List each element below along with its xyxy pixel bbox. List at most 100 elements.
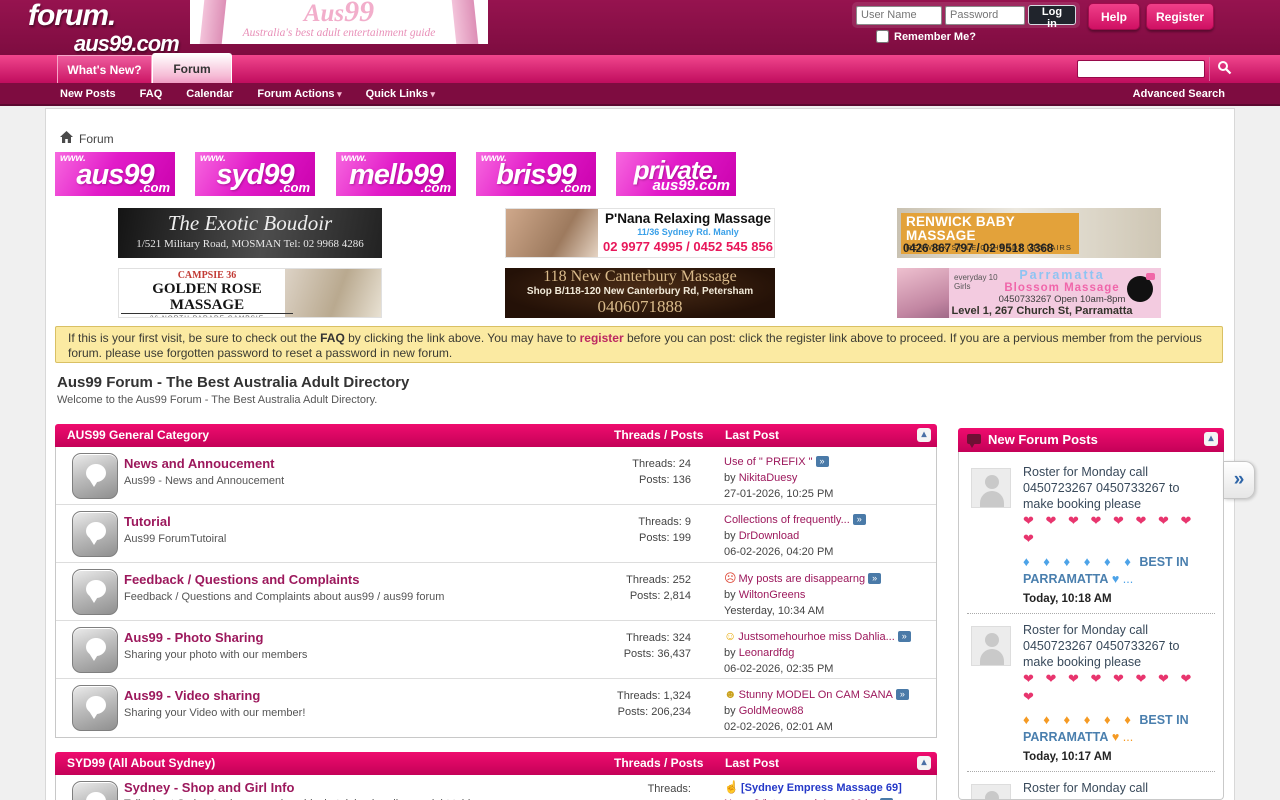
last-post-cell: Use of " PREFIX " by NikitaDuesy 27-01-2… xyxy=(724,454,934,502)
login-form: Log in xyxy=(852,2,1080,28)
collapse-sidebar-button[interactable] xyxy=(1204,432,1218,446)
collapse-category-button[interactable] xyxy=(917,756,931,770)
search-box xyxy=(1077,59,1205,78)
forum-stats: Threads: 61,276 xyxy=(506,781,691,800)
first-visit-notice: If this is your first visit, be sure to … xyxy=(55,326,1223,363)
forum-link[interactable]: Aus99 - Photo Sharing xyxy=(124,630,263,645)
register-button[interactable]: Register xyxy=(1146,3,1214,30)
forum-stats: Threads: 1,324 Posts: 206,234 xyxy=(506,688,691,720)
curtain-decoration xyxy=(200,0,227,44)
avatar[interactable] xyxy=(971,626,1011,666)
sidebar-header: New Forum Posts xyxy=(958,428,1224,452)
hearts-emoji-row: ❤ ❤ ❤ ❤ ❤ ❤ ❤ ❤ ❤ xyxy=(1023,512,1213,548)
avatar[interactable] xyxy=(971,784,1011,800)
avatar[interactable] xyxy=(971,468,1011,508)
forum-description: Sharing your photo with our members xyxy=(124,649,307,661)
last-post-link[interactable]: Stunny MODEL On CAM SANA xyxy=(739,689,893,701)
forum-row-photo-sharing: Aus99 - Photo Sharing Sharing your photo… xyxy=(56,621,936,679)
advanced-search-link[interactable]: Advanced Search xyxy=(1133,88,1225,100)
remember-me-checkbox[interactable] xyxy=(876,30,889,43)
post-link[interactable]: Roster for Monday call 0450723267 045073… xyxy=(1023,464,1213,512)
forum-stats: Threads: 9 Posts: 199 xyxy=(506,514,691,546)
goto-last-post-icon[interactable] xyxy=(896,689,909,700)
goto-last-post-icon[interactable] xyxy=(898,631,911,642)
ad-118-canterbury-massage[interactable]: 118 New Canterbury Massage Shop B/118-12… xyxy=(505,268,775,318)
sidebar-post: Roster for Monday call 0450723267 045073… xyxy=(967,771,1215,800)
last-post-link[interactable]: Justsomehourhoe miss Dahlia... xyxy=(738,631,895,643)
forum-description: Feedback / Questions and Complaints abou… xyxy=(124,591,444,603)
ad-pnana-massage[interactable]: P'Nana Relaxing Massage 11/36 Sydney Rd.… xyxy=(505,208,775,258)
last-post-cell: ☹My posts are disappearng by WiltonGreen… xyxy=(724,570,934,619)
last-post-cell: ☻Stunny MODEL On CAM SANA by GoldMeow88 … xyxy=(724,686,934,735)
last-post-link[interactable]: [Sydney Empress Massage 69] xyxy=(741,782,902,794)
tab-whats-new[interactable]: What's New? xyxy=(57,55,152,83)
post-link[interactable]: Roster for Monday call 0450723267 045073… xyxy=(1023,780,1213,800)
goto-last-post-icon[interactable] xyxy=(853,514,866,525)
register-link[interactable]: register xyxy=(580,331,624,345)
last-post-link[interactable]: My posts are disappearng xyxy=(739,573,866,585)
site-logo[interactable]: forum. aus99.com xyxy=(28,1,179,55)
goto-last-post-icon[interactable] xyxy=(816,456,829,467)
forum-link[interactable]: Tutorial xyxy=(124,514,171,529)
username-field[interactable] xyxy=(856,6,942,25)
faq-link[interactable]: FAQ xyxy=(320,331,345,345)
site-banner-melb99[interactable]: www. melb99 .com xyxy=(336,152,456,196)
nav-calendar[interactable]: Calendar xyxy=(186,88,233,100)
last-post-user-link[interactable]: WiltonGreens xyxy=(739,589,806,601)
last-post-link[interactable]: Collections of frequently... xyxy=(724,514,850,526)
breadcrumb[interactable]: Forum xyxy=(60,131,114,146)
sidebar-toggle-tab[interactable]: » xyxy=(1224,461,1255,499)
home-icon xyxy=(60,131,73,146)
nav-faq[interactable]: FAQ xyxy=(140,88,163,100)
last-post-user-link[interactable]: NikitaDuesy xyxy=(739,472,798,484)
heart-emoji: ♥ ... xyxy=(1112,730,1133,744)
ad-golden-rose-massage[interactable]: CAMPSIE 36 GOLDEN ROSE MASSAGE 36 NORTH … xyxy=(118,268,382,318)
forum-link[interactable]: Aus99 - Video sharing xyxy=(124,688,260,703)
site-banner-syd99[interactable]: www. syd99 .com xyxy=(195,152,315,196)
category-header: AUS99 General Category Threads / Posts L… xyxy=(55,424,937,447)
last-post-user-link[interactable]: Leonardfdg xyxy=(739,647,795,659)
search-button[interactable] xyxy=(1209,57,1239,81)
ad-exotic-boudoir[interactable]: The Exotic Boudoir 1/521 Military Road, … xyxy=(118,208,382,258)
forum-link[interactable]: Feedback / Questions and Complaints xyxy=(124,572,360,587)
thumbs-up-emoji-icon: ☝ xyxy=(724,780,739,794)
login-button[interactable]: Log in xyxy=(1028,5,1076,25)
sidebar-post: Roster for Monday call 0450723267 045073… xyxy=(967,456,1215,613)
goto-last-post-icon[interactable] xyxy=(868,573,881,584)
category-title: AUS99 General Category xyxy=(67,428,209,442)
banner-tagline: Australia's best adult entertainment gui… xyxy=(190,26,488,40)
post-link[interactable]: Roster for Monday call 0450723267 045073… xyxy=(1023,622,1213,670)
last-post-link[interactable]: Use of " PREFIX " xyxy=(724,456,813,468)
ad-renwick-massage[interactable]: RENWICK BABY MASSAGE RENWICK ST LEICHHAR… xyxy=(897,208,1161,258)
last-post-user-link[interactable]: DrDownload xyxy=(739,530,800,542)
forum-page: forum. aus99.com Aus99 Australia's best … xyxy=(0,0,1280,800)
site-banner-private-aus99[interactable]: private. aus99.com xyxy=(616,152,736,196)
nav-forum-actions[interactable]: Forum Actions xyxy=(257,88,341,100)
last-post-user-link[interactable]: GoldMeow88 xyxy=(739,705,804,717)
password-field[interactable] xyxy=(945,6,1025,25)
site-banner-aus99[interactable]: www. aus99 .com xyxy=(55,152,175,196)
nav-new-posts[interactable]: New Posts xyxy=(60,88,116,100)
ad-photo xyxy=(506,209,598,258)
category-aus99-general: AUS99 General Category Threads / Posts L… xyxy=(55,424,937,738)
tab-forum[interactable]: Forum xyxy=(152,53,232,83)
search-icon xyxy=(1217,63,1232,78)
ad-blossom-massage[interactable]: everyday 10 Girls Parramatta Blossom Mas… xyxy=(897,268,1161,318)
remember-me[interactable]: Remember Me? xyxy=(876,30,976,43)
forum-description: Aus99 ForumTutoiral xyxy=(124,533,226,545)
last-post-cell: ☺Justsomehourhoe miss Dahlia... by Leona… xyxy=(724,628,934,677)
page-title: Aus99 Forum - The Best Australia Adult D… xyxy=(57,374,409,391)
site-banner-bris99[interactable]: www. bris99 .com xyxy=(476,152,596,196)
nav-quick-links[interactable]: Quick Links xyxy=(366,88,435,100)
forum-link[interactable]: Sydney - Shop and Girl Info xyxy=(124,780,294,795)
header-banner-ad[interactable]: Aus99 Australia's best adult entertainme… xyxy=(190,0,488,44)
column-threads-posts: Threads / Posts xyxy=(614,424,703,447)
column-last-post: Last Post xyxy=(725,752,779,775)
forum-row-sydney-shop: Sydney - Shop and Girl Info Talk about S… xyxy=(56,775,936,800)
collapse-category-button[interactable] xyxy=(917,428,931,442)
page-subtitle: Welcome to the Aus99 Forum - The Best Au… xyxy=(57,394,377,406)
help-button[interactable]: Help xyxy=(1088,3,1140,30)
search-input[interactable] xyxy=(1077,60,1205,78)
forum-link[interactable]: News and Annoucement xyxy=(124,456,274,471)
fire-emoji-row: ♦ ♦ ♦ ♦ ♦ ♦ xyxy=(1023,712,1136,727)
